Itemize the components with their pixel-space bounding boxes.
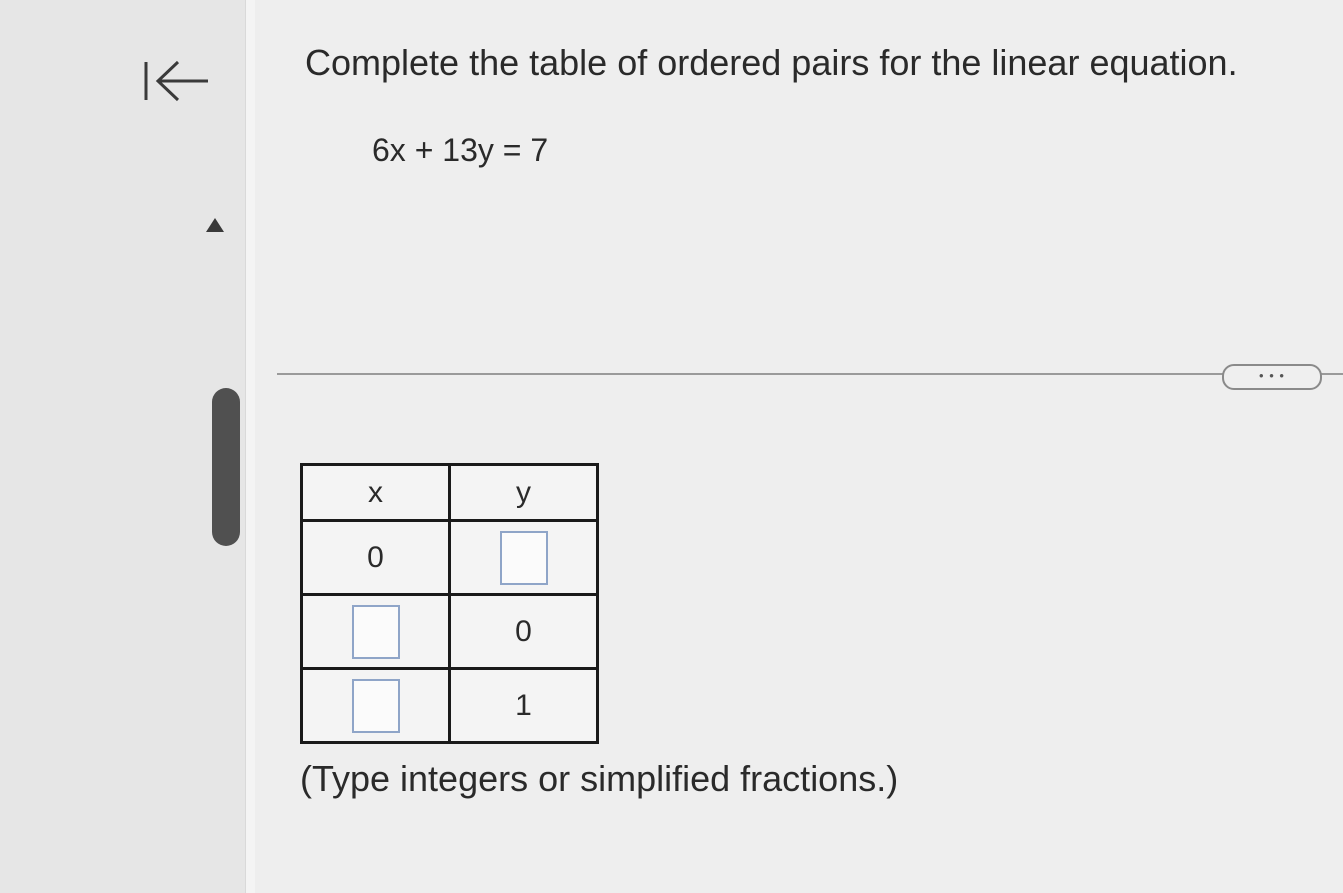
table-row: 0 (300, 593, 599, 670)
left-rail (0, 0, 245, 893)
header-y: y (448, 463, 599, 522)
ordered-pairs-table: x y 0 0 1 (300, 463, 599, 744)
cell-x: 0 (300, 519, 451, 596)
table-row: 0 (300, 519, 599, 596)
answer-format-hint: (Type integers or simplified fractions.) (300, 758, 899, 799)
cell-y: 0 (448, 593, 599, 670)
scroll-up-button[interactable] (206, 218, 224, 232)
table-header-row: x y (300, 463, 599, 522)
cell-x (300, 593, 451, 670)
cell-y (448, 519, 599, 596)
linear-equation: 6x + 13y = 7 (372, 132, 549, 168)
header-x: x (300, 463, 451, 522)
answer-input-y-row1[interactable] (499, 530, 548, 585)
section-divider (277, 373, 1343, 375)
back-to-start-button[interactable] (140, 58, 216, 106)
cell-x (300, 667, 451, 744)
scrollbar-thumb[interactable] (212, 388, 240, 546)
more-options-button[interactable]: • • • (1222, 364, 1322, 390)
answer-input-x-row3[interactable] (351, 678, 400, 733)
table-row: 1 (300, 667, 599, 744)
answer-input-x-row2[interactable] (351, 604, 400, 659)
question-prompt: Complete the table of ordered pairs for … (305, 42, 1238, 83)
cell-y: 1 (448, 667, 599, 744)
first-page-arrow-icon (144, 60, 208, 102)
